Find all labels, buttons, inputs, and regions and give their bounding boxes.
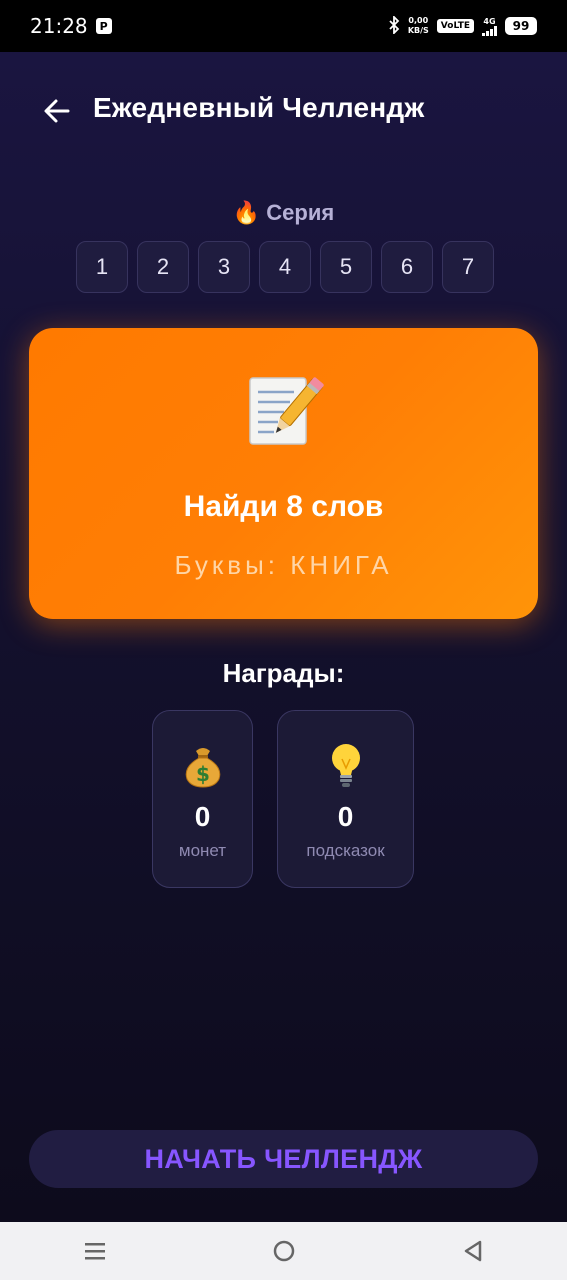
streak-label: 🔥 Серия bbox=[232, 200, 335, 225]
volte-badge: VoLTE bbox=[436, 19, 474, 33]
bluetooth-icon bbox=[388, 14, 400, 37]
system-nav-bar bbox=[0, 1222, 567, 1280]
nav-back-button[interactable] bbox=[443, 1222, 503, 1280]
streak-days: 1 2 3 4 5 6 7 bbox=[76, 241, 494, 293]
memo-pencil-icon bbox=[29, 370, 538, 450]
light-bulb-icon bbox=[326, 741, 366, 789]
rewards-list: $ 0 монет 0 подсказок bbox=[152, 710, 414, 888]
letters-label: Буквы: bbox=[174, 550, 280, 580]
challenge-title: Найди 8 слов bbox=[183, 490, 384, 523]
signal-indicator: 4G bbox=[482, 17, 497, 36]
back-triangle-icon bbox=[464, 1240, 481, 1262]
start-challenge-button[interactable]: НАЧАТЬ ЧЕЛЛЕНДЖ bbox=[29, 1130, 538, 1188]
reward-coins-label: монет bbox=[178, 841, 227, 860]
streak-day-6: 6 bbox=[381, 241, 433, 293]
network-type: 4G bbox=[483, 16, 496, 26]
streak-day-1: 1 bbox=[76, 241, 128, 293]
arrow-left-icon bbox=[44, 99, 70, 123]
network-speed-unit: KB/S bbox=[407, 26, 429, 35]
money-bag-icon: $ bbox=[179, 741, 227, 789]
daily-challenge-screen: Ежедневный Челлендж 🔥 Серия 1 2 3 4 5 6 … bbox=[0, 52, 567, 1222]
reward-hints-value: 0 bbox=[337, 801, 354, 832]
status-bar: 21:28 P 0,00 KB/S VoLTE 4G 99 bbox=[0, 0, 567, 52]
battery-indicator: 99 bbox=[505, 17, 537, 35]
streak-day-4: 4 bbox=[259, 241, 311, 293]
signal-bars-icon bbox=[482, 25, 497, 36]
parking-notification-icon: P bbox=[95, 18, 112, 34]
status-left: 21:28 P bbox=[30, 14, 112, 38]
reward-hints-label: подсказок bbox=[306, 841, 385, 860]
page-title: Ежедневный Челлендж bbox=[93, 92, 425, 123]
streak-day-7: 7 bbox=[442, 241, 494, 293]
app-bar: Ежедневный Челлендж bbox=[0, 52, 567, 164]
streak-day-3: 3 bbox=[198, 241, 250, 293]
letters-value: КНИГА bbox=[290, 550, 393, 580]
reward-hints: 0 подсказок bbox=[277, 710, 414, 888]
streak-day-2: 2 bbox=[137, 241, 189, 293]
recent-apps-button[interactable] bbox=[65, 1222, 125, 1280]
rewards-title: Награды: bbox=[222, 658, 345, 688]
network-speed-value: 0,00 bbox=[408, 16, 429, 25]
menu-icon bbox=[84, 1243, 105, 1260]
challenge-card: Найди 8 слов Буквы: КНИГА bbox=[29, 328, 538, 619]
home-button[interactable] bbox=[254, 1222, 314, 1280]
svg-text:$: $ bbox=[196, 762, 210, 786]
reward-coins-value: 0 bbox=[194, 801, 211, 832]
home-icon bbox=[273, 1240, 294, 1262]
network-speed: 0,00 KB/S bbox=[408, 16, 429, 36]
status-time: 21:28 bbox=[30, 14, 88, 38]
reward-coins: $ 0 монет bbox=[152, 710, 253, 888]
back-button[interactable] bbox=[40, 94, 74, 128]
streak-day-5: 5 bbox=[320, 241, 372, 293]
challenge-letters: Буквы: КНИГА bbox=[29, 550, 538, 581]
status-right: 0,00 KB/S VoLTE 4G 99 bbox=[388, 14, 537, 37]
